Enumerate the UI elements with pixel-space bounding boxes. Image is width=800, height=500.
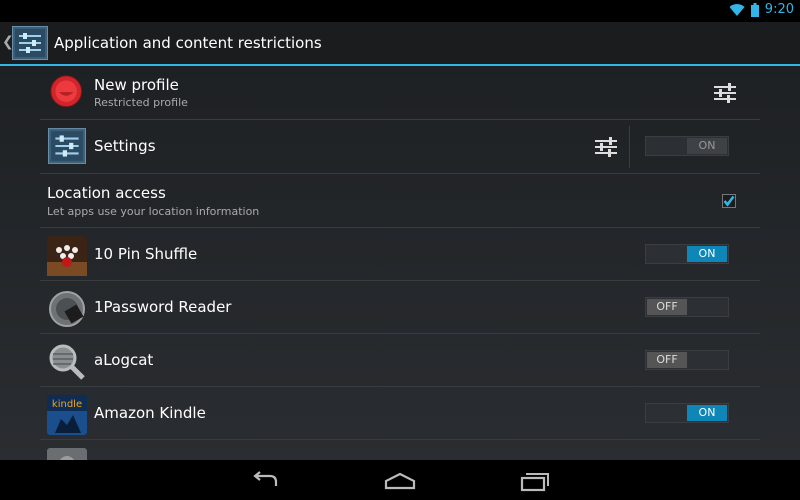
app-name: 1Password Reader xyxy=(94,298,232,316)
profile-settings-icon[interactable] xyxy=(714,83,736,103)
settings-restrictions-icon[interactable] xyxy=(595,137,617,157)
battery-icon xyxy=(750,2,759,17)
profile-avatar-icon xyxy=(50,75,82,107)
toggle-state: OFF xyxy=(647,299,687,315)
toggle-state: ON xyxy=(687,405,727,421)
back-icon[interactable] xyxy=(248,470,282,492)
location-access-row[interactable]: Location access Let apps use your locati… xyxy=(40,174,760,228)
app-row-10-pin-shuffle[interactable]: 10 Pin Shuffle ON xyxy=(40,228,760,281)
recents-icon[interactable] xyxy=(518,470,552,492)
restrictions-list-container: New profile Restricted profile Settings … xyxy=(0,66,800,460)
bowling-app-icon xyxy=(47,236,87,276)
profile-row[interactable]: New profile Restricted profile xyxy=(40,66,760,120)
restrictions-list: New profile Restricted profile Settings … xyxy=(40,66,760,460)
app-toggle[interactable]: ON xyxy=(645,403,729,423)
app-toggle[interactable]: ON xyxy=(645,244,729,264)
app-toggle[interactable]: OFF xyxy=(645,297,729,317)
navigation-bar xyxy=(0,460,800,500)
toggle-state: ON xyxy=(687,246,727,262)
clock: 9:20 xyxy=(764,2,794,17)
home-icon[interactable] xyxy=(383,470,417,492)
restrictions-settings-icon[interactable] xyxy=(12,26,48,60)
location-access-summary: Let apps use your location information xyxy=(47,205,260,218)
toggle-state: OFF xyxy=(647,352,687,368)
app-name: aLogcat xyxy=(94,351,154,369)
1password-app-icon xyxy=(49,291,85,327)
partial-app-icon xyxy=(47,448,87,460)
app-toggle[interactable]: OFF xyxy=(645,350,729,370)
page-title: Application and content restrictions xyxy=(54,34,322,52)
settings-app-icon xyxy=(48,128,86,164)
profile-type: Restricted profile xyxy=(94,96,188,109)
status-icons: 9:20 xyxy=(729,2,794,17)
alogcat-app-icon xyxy=(49,344,85,380)
app-row-1password-reader[interactable]: 1Password Reader OFF xyxy=(40,281,760,334)
settings-label: Settings xyxy=(94,137,156,155)
app-name: Amazon Kindle xyxy=(94,404,206,422)
action-bar: ❮ Application and content restrictions xyxy=(0,22,800,66)
app-row-alogcat[interactable]: aLogcat OFF xyxy=(40,334,760,387)
profile-name: New profile xyxy=(94,76,179,94)
row-divider xyxy=(629,126,630,168)
status-bar: 9:20 xyxy=(0,0,800,22)
app-row-amazon-kindle[interactable]: kindle Amazon Kindle ON xyxy=(40,387,760,440)
kindle-app-icon: kindle xyxy=(47,395,87,435)
settings-row[interactable]: Settings ON xyxy=(40,120,760,174)
wifi-icon xyxy=(729,3,745,16)
location-access-label: Location access xyxy=(47,184,166,202)
settings-toggle[interactable]: ON xyxy=(645,136,729,156)
kindle-logo-text: kindle xyxy=(52,399,82,410)
app-name: 10 Pin Shuffle xyxy=(94,245,198,263)
location-access-checkbox[interactable] xyxy=(722,194,736,208)
app-row-partial[interactable] xyxy=(40,440,760,460)
toggle-state: ON xyxy=(687,138,727,154)
